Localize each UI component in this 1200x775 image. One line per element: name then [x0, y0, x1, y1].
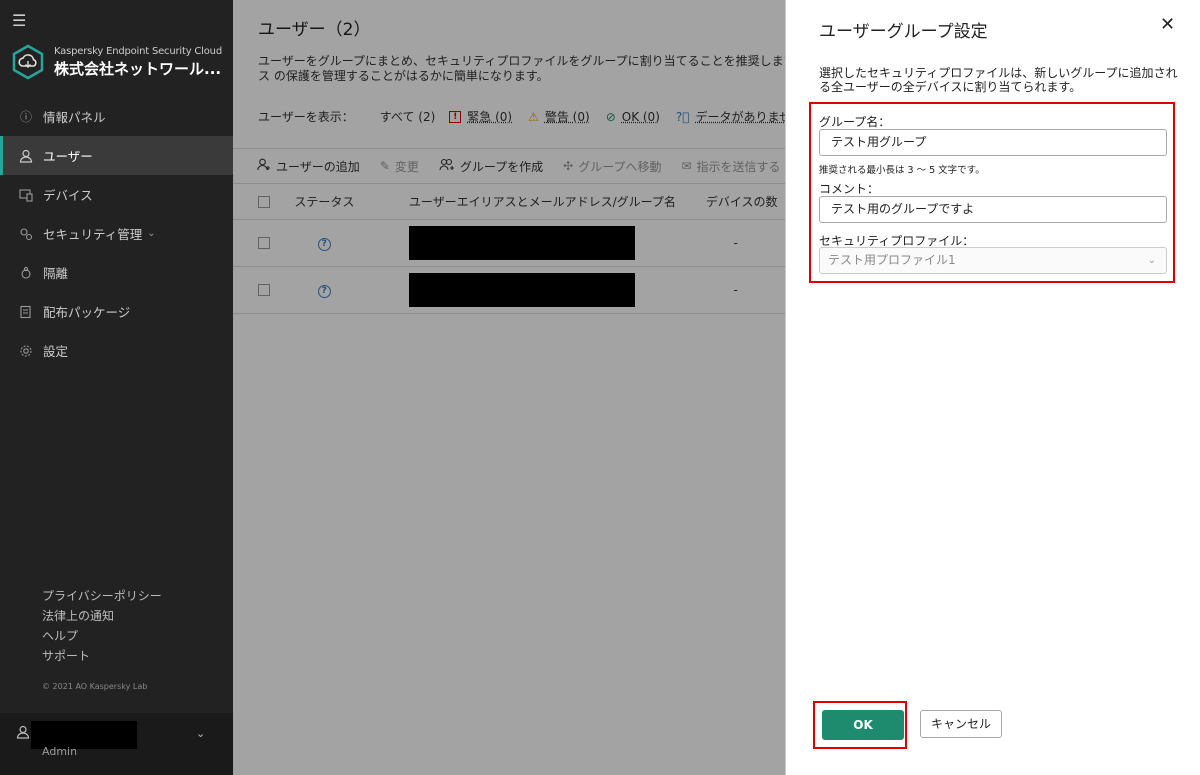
- sidebar-item-label: 隔離: [43, 266, 69, 281]
- user-account-bar[interactable]: Admin ⌄: [0, 713, 233, 775]
- menu-icon[interactable]: ☰: [12, 11, 26, 30]
- security-profile-value: テスト用プロファイル1: [828, 253, 956, 267]
- footer-links: プライバシーポリシー 法律上の通知 ヘルプ サポート: [42, 586, 162, 666]
- sidebar-item-label: セキュリティ管理: [43, 227, 143, 242]
- package-icon: [18, 304, 34, 320]
- ok-button[interactable]: OK: [822, 710, 904, 740]
- chevron-down-icon: ⌄: [1147, 255, 1156, 266]
- comment-label: コメント：: [819, 182, 880, 196]
- quarantine-icon: [18, 265, 34, 281]
- sidebar-item-label: デバイス: [43, 188, 93, 203]
- legal-notice-link[interactable]: 法律上の通知: [42, 606, 162, 626]
- modal-overlay[interactable]: [233, 0, 785, 775]
- copyright: © 2021 AO Kaspersky Lab: [42, 682, 148, 691]
- sidebar-item-settings[interactable]: 設定: [0, 331, 233, 370]
- panel-title: ユーザーグループ設定: [819, 22, 988, 42]
- highlight-box-form: グループ名： テスト用グループ 推奨される最小長は 3 ～ 5 文字です。 コメ…: [809, 102, 1175, 283]
- company-name[interactable]: 株式会社ネットワール...: [54, 58, 222, 79]
- sidebar-item-devices[interactable]: デバイス: [0, 175, 233, 214]
- chevron-down-icon: ⌄: [147, 228, 156, 239]
- security-icon: [18, 226, 34, 242]
- sidebar: ☰ Kaspersky Endpoint Security Cloud 株式会社…: [0, 0, 233, 775]
- sidebar-item-label: 設定: [43, 344, 69, 359]
- kaspersky-logo-icon: [12, 44, 44, 80]
- sidebar-item-security[interactable]: セキュリティ管理 ⌄: [0, 214, 233, 253]
- device-icon: [18, 187, 34, 203]
- brand: Kaspersky Endpoint Security Cloud 株式会社ネッ…: [12, 44, 222, 80]
- sidebar-nav: ⓘ 情報パネル ユーザー デバイス セキュリティ管理 ⌄ 隔離 配布パッケージ …: [0, 97, 233, 370]
- support-link[interactable]: サポート: [42, 646, 162, 666]
- panel-description: 選択したセキュリティプロファイルは、新しいグループに追加される全ユーザーの全デバ…: [819, 66, 1178, 94]
- account-icon: [16, 725, 30, 743]
- comment-field[interactable]: テスト用のグループですよ: [819, 196, 1167, 223]
- group-name-field[interactable]: テスト用グループ: [819, 129, 1167, 156]
- sidebar-item-users[interactable]: ユーザー: [0, 136, 233, 175]
- product-name: Kaspersky Endpoint Security Cloud: [54, 45, 222, 57]
- sidebar-item-packages[interactable]: 配布パッケージ: [0, 292, 233, 331]
- cancel-button[interactable]: キャンセル: [920, 710, 1002, 738]
- privacy-policy-link[interactable]: プライバシーポリシー: [42, 586, 162, 606]
- user-role: Admin: [42, 745, 78, 758]
- gear-icon: [18, 343, 34, 359]
- highlight-box-ok: OK: [813, 701, 907, 749]
- close-icon[interactable]: ✕: [1160, 14, 1175, 35]
- sidebar-item-label: ユーザー: [43, 149, 93, 164]
- chevron-down-icon[interactable]: ⌄: [196, 727, 205, 740]
- sidebar-item-label: 配布パッケージ: [43, 305, 131, 320]
- user-group-settings-panel: ユーザーグループ設定 ✕ 選択したセキュリティプロファイルは、新しいグループに追…: [785, 0, 1200, 775]
- sidebar-item-info-panel[interactable]: ⓘ 情報パネル: [0, 97, 233, 136]
- help-link[interactable]: ヘルプ: [42, 626, 162, 646]
- sidebar-item-label: 情報パネル: [43, 110, 106, 125]
- sidebar-item-quarantine[interactable]: 隔離: [0, 253, 233, 292]
- security-profile-select[interactable]: テスト用プロファイル1 ⌄: [819, 247, 1167, 274]
- group-name-label: グループ名：: [819, 115, 891, 129]
- info-icon: ⓘ: [19, 110, 32, 124]
- user-icon: [18, 148, 34, 164]
- group-name-hint: 推奨される最小長は 3 ～ 5 文字です。: [819, 165, 985, 176]
